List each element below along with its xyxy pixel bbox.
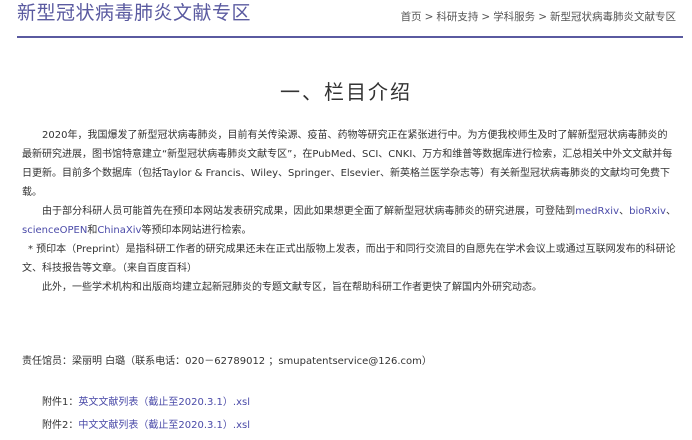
separator: 、 — [665, 206, 677, 217]
link-scienceopen[interactable]: scienceOPEN — [22, 225, 87, 236]
attachment-link-chinese[interactable]: 中文文献列表（截止至2020.3.1）.xsl — [78, 420, 250, 431]
intro-paragraph-3: * 预印本（Preprint）是指科研工作者的研究成果还未在正式出版物上发表，而… — [22, 244, 676, 274]
attachment-link-english[interactable]: 英文文献列表（截止至2020.3.1）.xsl — [78, 397, 250, 408]
attachment-label: 附件1： — [42, 397, 79, 408]
link-chinaxiv[interactable]: ChinaXiv — [97, 225, 141, 236]
attachment-1: 附件1：英文文献列表（截止至2020.3.1）.xsl — [42, 393, 250, 408]
link-biorxiv[interactable]: bioRxiv — [629, 206, 666, 217]
link-medrxiv[interactable]: medRxiv — [575, 206, 619, 217]
section-title: 一、栏目介绍 — [280, 80, 412, 104]
intro-paragraph-2: 由于部分科研人员可能首先在预印本网站发表研究成果，因此如果想更全面了解新型冠状病… — [22, 202, 676, 240]
breadcrumb-separator: > — [424, 11, 434, 23]
intro-paragraph-1: 2020年，我国爆发了新型冠状病毒肺炎，目前有关传染源、疫苗、药物等研究正在紧张… — [22, 130, 673, 198]
header-divider — [17, 36, 683, 38]
page-header: 新型冠状病毒肺炎文献专区 首页 > 科研支持 > 学科服务 > 新型冠状病毒肺炎文献专区 — [0, 0, 692, 38]
paragraph-text: 由于部分科研人员可能首先在预印本网站发表研究成果，因此如果想更全面了解新型冠状病… — [42, 206, 576, 217]
breadcrumb-research-support[interactable]: 科研支持 — [436, 11, 478, 23]
intro-content: 2020年，我国爆发了新型冠状病毒肺炎，目前有关传染源、疫苗、药物等研究正在紧张… — [22, 126, 676, 297]
site-title: 新型冠状病毒肺炎文献专区 — [17, 2, 252, 24]
separator: 、 — [619, 206, 630, 217]
breadcrumb-home[interactable]: 首页 — [401, 11, 422, 23]
attachment-label: 附件2： — [42, 420, 79, 431]
breadcrumb-separator: > — [481, 11, 491, 23]
breadcrumb-current[interactable]: 新型冠状病毒肺炎文献专区 — [550, 11, 676, 23]
contact-info: 责任馆员：梁丽明 白璐（联系电话：020－62789012 ；smupatent… — [22, 356, 432, 367]
breadcrumb-separator: > — [538, 11, 547, 23]
conjunction: 和 — [87, 225, 98, 236]
breadcrumb: 首页 > 科研支持 > 学科服务 > 新型冠状病毒肺炎文献专区 — [401, 9, 676, 24]
attachment-2: 附件2：中文文献列表（截止至2020.3.1）.xsl — [42, 416, 250, 431]
intro-paragraph-4: 此外，一些学术机构和出版商均建立起新冠肺炎的专题文献专区，旨在帮助科研工作者更快… — [42, 282, 542, 293]
paragraph-text: 等预印本网站进行检索。 — [141, 225, 252, 236]
breadcrumb-subject-service[interactable]: 学科服务 — [493, 11, 535, 23]
